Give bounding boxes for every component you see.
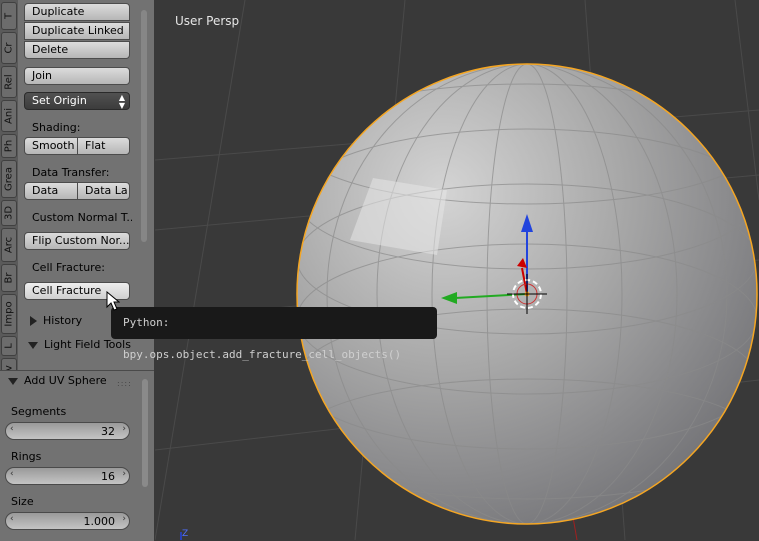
segments-field[interactable]: ‹ 32 ›	[5, 422, 130, 440]
custom-normal-label: Custom Normal T...	[32, 211, 132, 224]
duplicate-linked-button[interactable]: Duplicate Linked	[24, 22, 130, 40]
data-button[interactable]: Data	[24, 182, 78, 200]
collapsed-triangle-icon	[30, 316, 37, 326]
redo-scrollbar[interactable]	[142, 379, 148, 487]
delete-button[interactable]: Delete	[24, 41, 130, 59]
tab-label: Cr	[3, 42, 15, 54]
light-field-label: Light Field Tools	[44, 338, 131, 351]
tab-3d[interactable]: 3D	[1, 200, 17, 226]
drag-grip-icon[interactable]: ::::	[117, 379, 132, 388]
axis-indicator-icon: Z	[180, 529, 188, 540]
shelf-scrollbar[interactable]	[141, 10, 147, 242]
tab-br[interactable]: Br	[1, 264, 17, 292]
tab-label: 3D	[3, 205, 15, 221]
add-uv-sphere-title: Add UV Sphere	[24, 374, 107, 387]
axis-z-label: Z	[182, 529, 188, 539]
segments-label: Segments	[11, 405, 67, 418]
decrement-arrow-icon[interactable]: ‹	[10, 424, 14, 434]
smooth-button[interactable]: Smooth	[24, 137, 78, 155]
tab-label: Ph	[3, 139, 15, 153]
viewport-scene: Z	[155, 0, 759, 540]
tab-label: Ani	[3, 108, 15, 124]
light-field-panel-header[interactable]: Light Field Tools	[28, 338, 131, 351]
segments-value: 32	[101, 425, 115, 438]
increment-arrow-icon[interactable]: ›	[122, 424, 126, 434]
tab-label: Impo	[3, 301, 15, 327]
join-button[interactable]: Join	[24, 67, 130, 85]
cell-fracture-label: Cell Fracture:	[32, 261, 105, 274]
updown-arrows-icon: ▲ ▼	[118, 93, 125, 110]
mouse-cursor-icon	[106, 291, 120, 311]
data-transfer-label: Data Transfer:	[32, 166, 110, 179]
tab-label: L	[3, 343, 15, 349]
expanded-triangle-icon	[28, 341, 38, 349]
python-tooltip: Python: bpy.ops.object.add_fracture_cell…	[111, 307, 437, 361]
tab-cr[interactable]: Cr	[1, 32, 17, 64]
3d-viewport[interactable]: Z User Persp	[155, 0, 759, 540]
add-uv-sphere-header[interactable]: Add UV Sphere	[8, 374, 107, 387]
set-origin-label: Set Origin	[32, 94, 87, 107]
tab-l[interactable]: L	[1, 336, 17, 356]
rings-field[interactable]: ‹ 16 ›	[5, 467, 130, 485]
tab-rel[interactable]: Rel	[1, 66, 17, 98]
tab-label: Arc	[3, 236, 15, 254]
tab-label: Rel	[3, 74, 15, 90]
tab-label: Br	[3, 272, 15, 284]
size-value: 1.000	[83, 515, 116, 528]
tab-label: Grea	[3, 167, 15, 191]
data-layout-button[interactable]: Data La	[77, 182, 130, 200]
shading-label: Shading:	[32, 121, 81, 134]
flat-button[interactable]: Flat	[77, 137, 130, 155]
size-label: Size	[11, 495, 34, 508]
tab-arc[interactable]: Arc	[1, 228, 17, 262]
set-origin-dropdown[interactable]: Set Origin ▲ ▼	[24, 92, 130, 110]
increment-arrow-icon[interactable]: ›	[122, 514, 126, 524]
tab-impo[interactable]: Impo	[1, 294, 17, 334]
tab-ani[interactable]: Ani	[1, 100, 17, 132]
history-panel-header[interactable]: History	[30, 314, 82, 327]
decrement-arrow-icon[interactable]: ‹	[10, 469, 14, 479]
expanded-triangle-icon	[8, 377, 18, 385]
rings-label: Rings	[11, 450, 42, 463]
rings-value: 16	[101, 470, 115, 483]
view-label: User Persp	[175, 14, 240, 28]
tab-t[interactable]: T	[1, 2, 17, 30]
flip-custom-normals-button[interactable]: Flip Custom Nor...	[24, 232, 130, 250]
history-label: History	[43, 314, 83, 327]
tab-grea[interactable]: Grea	[1, 160, 17, 198]
decrement-arrow-icon[interactable]: ‹	[10, 514, 14, 524]
redo-panel: Add UV Sphere :::: Segments ‹ 32 › Rings…	[0, 370, 154, 541]
tab-ph[interactable]: Ph	[1, 134, 17, 158]
duplicate-button[interactable]: Duplicate	[24, 3, 130, 21]
size-field[interactable]: ‹ 1.000 ›	[5, 512, 130, 530]
increment-arrow-icon[interactable]: ›	[122, 469, 126, 479]
tab-label: T	[3, 12, 15, 20]
